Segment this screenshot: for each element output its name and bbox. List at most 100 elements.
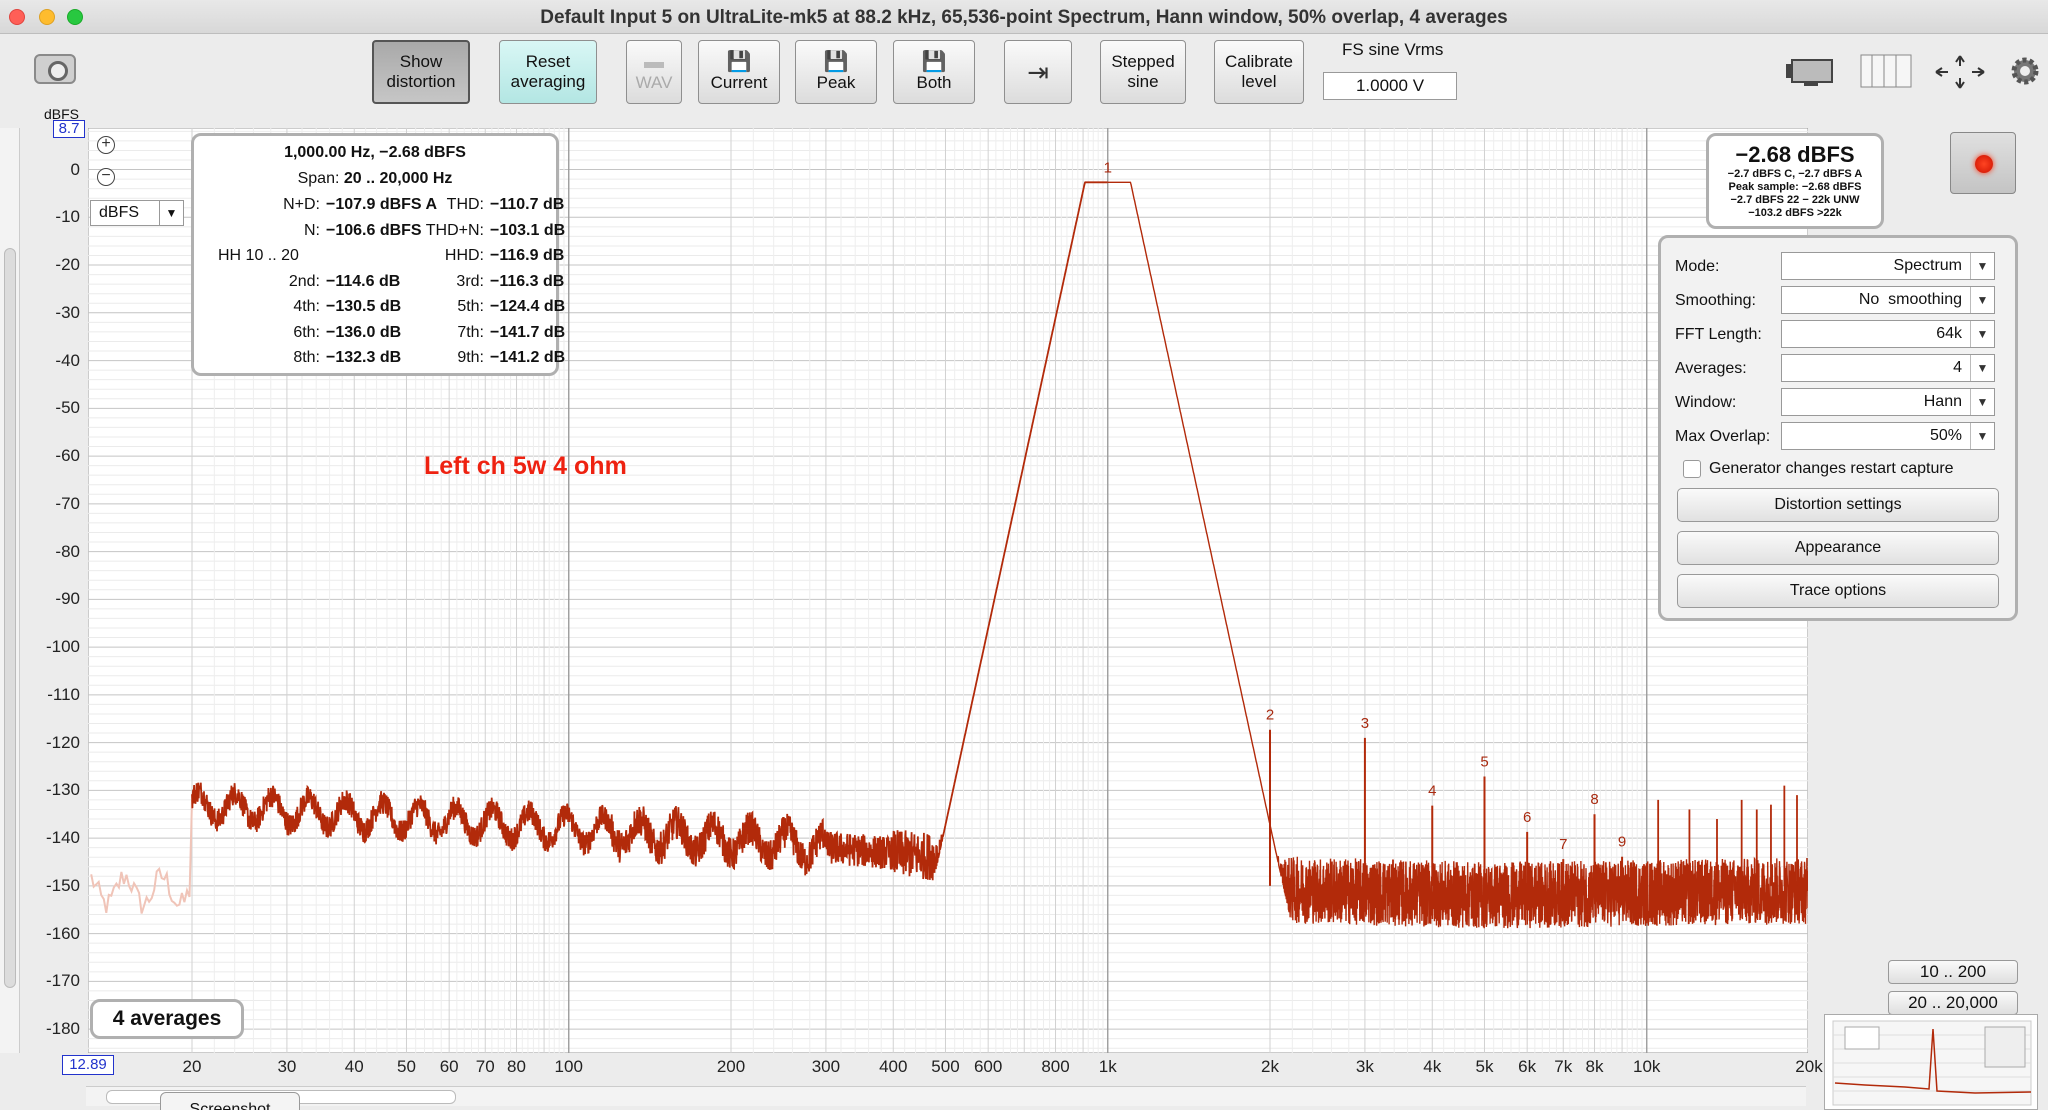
harmonic-marker-label: 8	[1590, 791, 1598, 808]
distortion-row: 6th: −136.0 dB 7th: −141.7 dB	[293, 323, 566, 341]
controls-panel-icon[interactable]	[1784, 54, 1834, 86]
save-icon: 💾	[921, 51, 947, 73]
y-tick-label: -40	[55, 350, 80, 370]
trace-options-button[interactable]: Trace options	[1677, 574, 1999, 608]
y-tick-label: -120	[45, 732, 80, 752]
x-tick-label: 400	[879, 1057, 908, 1076]
x-tick-label: 6k	[1518, 1057, 1537, 1076]
fft-length-row: FFT Length: 64k ▼	[1675, 320, 2005, 348]
y-tick-label: -180	[45, 1019, 80, 1039]
y-tick-label: -50	[55, 398, 80, 418]
calibrate-level-button[interactable]: Calibrate level	[1214, 40, 1304, 104]
fft-length-select[interactable]: 64k ▼	[1781, 320, 1995, 348]
x-tick-label: 60	[439, 1057, 459, 1076]
save-peak-button[interactable]: 💾 Peak	[795, 40, 877, 104]
x-tick-label: 7k	[1554, 1057, 1573, 1076]
zoom-out-icon[interactable]: −	[97, 168, 115, 186]
distortion-fundamental: 1,000.00 Hz, −2.68 dBFS	[284, 144, 466, 161]
y-tick-label: -150	[45, 875, 80, 895]
distortion-row: 2nd: −114.6 dB 3rd: −116.3 dB	[288, 272, 565, 290]
units-select[interactable]: dBFS ▼	[90, 200, 184, 226]
y-tick-label: -30	[55, 302, 80, 322]
overlap-row: Max Overlap: 50% ▼	[1675, 422, 2005, 450]
y-tick-label: -60	[55, 446, 80, 466]
x-min-field[interactable]: 12.89	[62, 1055, 114, 1075]
distortion-row: N+D: −107.9 dBFS A THD: −110.7 dB	[283, 196, 565, 213]
stepped-sine-button[interactable]: Stepped sine	[1100, 40, 1186, 104]
layout-grid-icon[interactable]	[1860, 54, 1912, 88]
averages-row: Averages: 4 ▼	[1675, 354, 2005, 382]
chevron-down-icon: ▼	[1970, 321, 1994, 347]
graph-thumbnail[interactable]	[1824, 1014, 2038, 1110]
horizontal-scrollbar[interactable]	[86, 1086, 1806, 1106]
save-icon: 💾	[823, 51, 849, 73]
rew-window: Default Input 5 on UltraLite-mk5 at 88.2…	[0, 0, 2048, 1110]
settings-panel: Mode: Spectrum ▼ Smoothing: No smoothing ▼…	[1658, 235, 2018, 621]
harmonic-marker-label: 5	[1480, 754, 1488, 771]
save-both-button[interactable]: 💾 Both	[893, 40, 975, 104]
x-tick-label: 800	[1041, 1057, 1070, 1076]
show-distortion-button[interactable]: Show distortion	[372, 40, 470, 104]
harmonic-marker-label: 9	[1618, 834, 1626, 851]
range-20-20000-button[interactable]: 20 .. 20,000	[1888, 991, 2018, 1015]
y-tick-label: 0	[70, 159, 80, 179]
generator-restart-checkbox[interactable]	[1683, 460, 1701, 478]
y-max-field[interactable]: 8.7	[53, 120, 85, 138]
tab-screenshot[interactable]: Screenshot	[160, 1092, 300, 1110]
harmonic-marker-label: 2	[1266, 707, 1274, 724]
reset-averaging-button[interactable]: Reset averaging	[499, 40, 597, 104]
overlap-select[interactable]: 50% ▼	[1781, 422, 1995, 450]
import-button[interactable]: ⇥	[1004, 40, 1072, 104]
x-tick-label: 80	[507, 1057, 526, 1076]
window-select[interactable]: Hann ▼	[1781, 388, 1995, 416]
trace-annotation: Left ch 5w 4 ohm	[424, 452, 627, 480]
toolbar: Show distortion Reset averaging ▬ WAV 💾 …	[0, 34, 2048, 116]
title-bar: Default Input 5 on UltraLite-mk5 at 88.2…	[0, 0, 2048, 34]
y-tick-label: -110	[47, 684, 80, 704]
y-tick-label: -130	[45, 780, 80, 800]
zoom-in-icon[interactable]: +	[97, 136, 115, 154]
y-tick-label: -10	[55, 207, 80, 227]
window-title: Default Input 5 on UltraLite-mk5 at 88.2…	[540, 7, 1508, 28]
mode-select[interactable]: Spectrum ▼	[1781, 252, 1995, 280]
x-tick-label: 5k	[1475, 1057, 1494, 1076]
x-tick-label: 40	[344, 1057, 364, 1076]
x-tick-label: 4k	[1423, 1057, 1442, 1076]
harmonic-marker-label: 4	[1428, 783, 1436, 800]
chevron-down-icon: ▼	[159, 201, 183, 225]
x-tick-label: 2k	[1261, 1057, 1279, 1076]
x-tick-label: 10k	[1633, 1057, 1661, 1076]
range-10-200-button[interactable]: 10 .. 200	[1888, 960, 2018, 984]
expand-arrows-icon[interactable]	[1934, 54, 1986, 89]
y-tick-label: -140	[45, 828, 80, 848]
x-tick-label: 300	[811, 1057, 841, 1076]
level-meter: −2.68 dBFS −2.7 dBFS C, −2.7 dBFS A Peak…	[1706, 133, 1884, 229]
window-row: Window: Hann ▼	[1675, 388, 2005, 416]
fs-sine-input[interactable]: 1.0000 V	[1323, 72, 1457, 100]
x-tick-label: 500	[931, 1057, 960, 1076]
appearance-button[interactable]: Appearance	[1677, 531, 1999, 565]
smoothing-select[interactable]: No smoothing ▼	[1781, 286, 1995, 314]
harmonic-marker-label: 7	[1559, 836, 1567, 853]
distortion-settings-button[interactable]: Distortion settings	[1677, 488, 1999, 522]
gear-icon[interactable]	[2008, 54, 2042, 86]
x-tick-label: 3k	[1355, 1057, 1374, 1076]
x-tick-label: 50	[397, 1057, 416, 1076]
averages-select[interactable]: 4 ▼	[1781, 354, 1995, 382]
save-current-button[interactable]: 💾 Current	[698, 40, 780, 104]
vertical-scrollbar[interactable]	[0, 128, 20, 1053]
distortion-row: N: −106.6 dBFS THD+N: −103.1 dB	[304, 221, 566, 239]
x-tick-label: 20k	[1795, 1057, 1823, 1076]
x-tick-label: 70	[475, 1057, 495, 1076]
distortion-row: HH 10 .. 20 HHD: −116.9 dB	[218, 247, 565, 264]
wav-button[interactable]: ▬ WAV	[626, 40, 682, 104]
vertical-scroll-thumb[interactable]	[4, 248, 16, 988]
y-tick-label: -170	[45, 971, 80, 991]
chevron-down-icon: ▼	[1970, 287, 1994, 313]
record-button[interactable]	[1950, 132, 2016, 194]
x-tick-label: 8k	[1585, 1057, 1604, 1076]
generator-restart-label: Generator changes restart capture	[1709, 460, 1954, 477]
camera-icon[interactable]	[34, 54, 76, 84]
x-tick-label: 1k	[1098, 1057, 1117, 1076]
x-tick-label: 600	[973, 1057, 1003, 1076]
